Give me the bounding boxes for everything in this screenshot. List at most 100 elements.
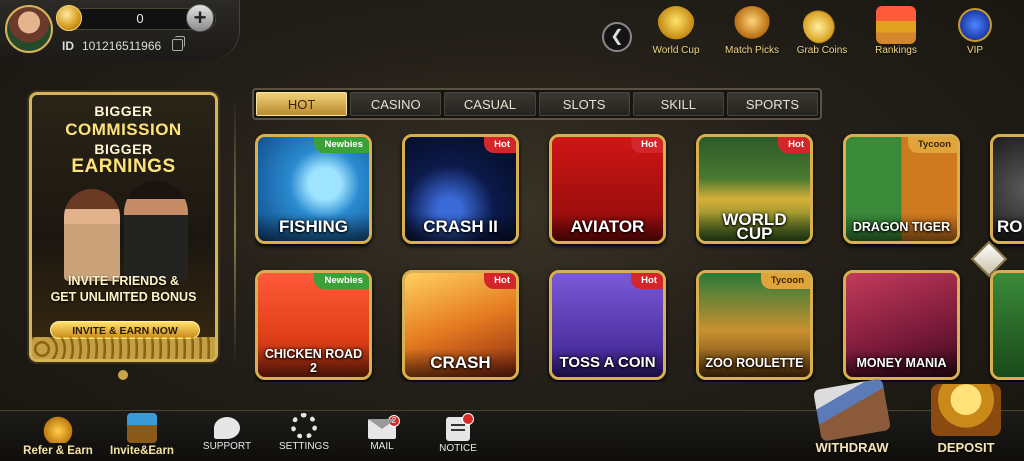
game-card-dragon-tiger[interactable]: Tycoon DRAGON TIGER <box>843 134 960 244</box>
promo-cta-text: INVITE FRIENDS & GET UNLIMITED BONUS <box>37 273 210 305</box>
game-card-partial[interactable]: RO <box>990 134 1024 244</box>
game-card-world-cup[interactable]: Hot WORLD CUP <box>696 134 813 244</box>
copy-icon[interactable] <box>172 36 185 51</box>
tab-hot[interactable]: HOT <box>256 92 348 116</box>
wallet-icon <box>813 378 891 442</box>
nav-settings[interactable]: SETTINGS <box>266 413 342 461</box>
settings-gear-icon <box>291 413 317 439</box>
user-id-value: 101216511966 <box>82 39 162 53</box>
game-card-crash-ii[interactable]: Hot CRASH II <box>402 134 519 244</box>
user-panel: 0 + ID 101216511966 <box>0 0 240 60</box>
notice-icon <box>446 413 474 441</box>
promo-cta-line: GET UNLIMITED BONUS <box>50 290 197 304</box>
game-card-zoo-roulette[interactable]: Tycoon ZOO ROULETTE <box>696 270 813 380</box>
game-grid: Newbies FISHING Hot CRASH II Hot AVIATOR… <box>255 134 1024 382</box>
nav-match-picks[interactable]: Match Picks <box>720 6 784 62</box>
nav-notice[interactable]: NOTICE <box>420 413 496 461</box>
deposit-button[interactable]: DEPOSIT <box>920 384 1012 461</box>
nav-grab-coins[interactable]: Grab Coins <box>790 6 854 62</box>
support-chat-icon <box>214 417 240 439</box>
newbies-badge: Newbies <box>314 137 369 153</box>
notice-alert-dot <box>462 413 474 425</box>
nav-rankings[interactable]: Rankings <box>864 6 928 62</box>
match-picks-trophy-icon <box>733 6 771 44</box>
category-tabs: HOT CASINO CASUAL SLOTS SKILL SPORTS <box>252 88 822 120</box>
nav-refer-earn[interactable]: Refer & Earn <box>20 413 96 461</box>
game-title: CHICKEN ROAD 2 <box>258 345 369 377</box>
user-id-label: ID <box>62 39 74 53</box>
hot-badge: Hot <box>778 137 810 153</box>
nav-label: VIP <box>966 45 984 56</box>
tab-casino[interactable]: CASINO <box>350 92 442 116</box>
nav-label: Grab Coins <box>796 45 848 56</box>
nav-world-cup[interactable]: World Cup <box>644 6 708 62</box>
bottom-nav-label: SUPPORT <box>202 441 252 452</box>
deposit-label: DEPOSIT <box>937 440 995 455</box>
hot-badge: Hot <box>484 273 516 289</box>
partial-game-art <box>993 273 1024 377</box>
mail-count-badge: 2 <box>388 415 400 427</box>
avatar[interactable] <box>5 5 53 53</box>
bottom-nav-label: Invite&Earn <box>110 445 174 457</box>
promo-line: BIGGER <box>94 141 153 157</box>
promo-line: BIGGER <box>94 103 153 119</box>
promo-man-figure <box>124 181 188 281</box>
coins-pile-decoration <box>32 337 215 359</box>
carousel-dot[interactable] <box>118 370 128 380</box>
tycoon-badge: Tycoon <box>760 273 810 289</box>
nav-vip[interactable]: VIP <box>943 6 1007 62</box>
add-funds-button[interactable]: + <box>186 4 214 32</box>
newbies-badge: Newbies <box>314 273 369 289</box>
nav-label: World Cup <box>652 45 700 56</box>
invite-chest-icon <box>127 413 157 443</box>
game-card-money-mania[interactable]: MONEY MANIA <box>843 270 960 380</box>
game-card-fishing[interactable]: Newbies FISHING <box>255 134 372 244</box>
game-title: TOSS A COIN <box>552 349 663 377</box>
hot-badge: Hot <box>484 137 516 153</box>
game-title: DRAGON TIGER <box>846 213 957 241</box>
hot-badge: Hot <box>631 273 663 289</box>
nav-support[interactable]: SUPPORT <box>189 413 265 461</box>
tab-sports[interactable]: SPORTS <box>726 92 819 116</box>
balance-value: 0 <box>136 11 144 26</box>
coin-icon <box>56 5 82 31</box>
chevron-left-icon[interactable]: ❮ <box>602 22 632 52</box>
game-title: CRASH II <box>405 213 516 241</box>
game-card-toss-a-coin[interactable]: Hot TOSS A COIN <box>549 270 666 380</box>
hot-badge: Hot <box>631 137 663 153</box>
top-bar: 0 + ID 101216511966 ❮ World Cup Match Pi… <box>0 0 1024 62</box>
game-card-chicken-road-2[interactable]: Newbies CHICKEN ROAD 2 <box>255 270 372 380</box>
tab-skill[interactable]: SKILL <box>632 92 724 116</box>
game-card-crash[interactable]: Hot CRASH <box>402 270 519 380</box>
promo-line: EARNINGS <box>71 156 176 177</box>
treasure-chest-icon <box>931 384 1001 436</box>
bottom-nav-label: Refer & Earn <box>23 445 93 457</box>
rankings-podium-icon <box>876 6 916 44</box>
game-title: AVIATOR <box>552 213 663 241</box>
tab-slots[interactable]: SLOTS <box>538 92 630 116</box>
bottom-nav-label: SETTINGS <box>278 441 329 452</box>
grab-coins-icon <box>803 6 841 44</box>
game-title: RO <box>993 213 1024 241</box>
bottom-nav-label: NOTICE <box>439 443 477 454</box>
tab-casual[interactable]: CASUAL <box>444 92 536 116</box>
promo-line: COMMISSION <box>65 120 182 139</box>
vip-badge-icon <box>956 6 994 44</box>
game-title: FISHING <box>258 213 369 241</box>
promo-cta-line: INVITE FRIENDS & <box>67 274 180 288</box>
game-title: CRASH <box>405 349 516 377</box>
promo-woman-figure <box>64 189 120 281</box>
refer-gift-icon <box>43 413 73 443</box>
nav-invite-earn[interactable]: Invite&Earn <box>104 413 180 461</box>
withdraw-label: WITHDRAW <box>815 440 889 455</box>
game-card-partial[interactable] <box>990 270 1024 380</box>
world-cup-trophy-icon <box>657 6 695 44</box>
invite-promo-banner[interactable]: BIGGER COMMISSION BIGGER EARNINGS INVITE… <box>29 92 218 362</box>
mail-icon: 2 <box>368 415 400 439</box>
game-title: WORLD CUP <box>699 211 810 241</box>
nav-mail[interactable]: 2 MAIL <box>344 413 420 461</box>
game-card-aviator[interactable]: Hot AVIATOR <box>549 134 666 244</box>
withdraw-button[interactable]: WITHDRAW <box>806 378 898 461</box>
bottom-nav-label: MAIL <box>370 441 394 452</box>
game-title: ZOO ROULETTE <box>699 349 810 377</box>
